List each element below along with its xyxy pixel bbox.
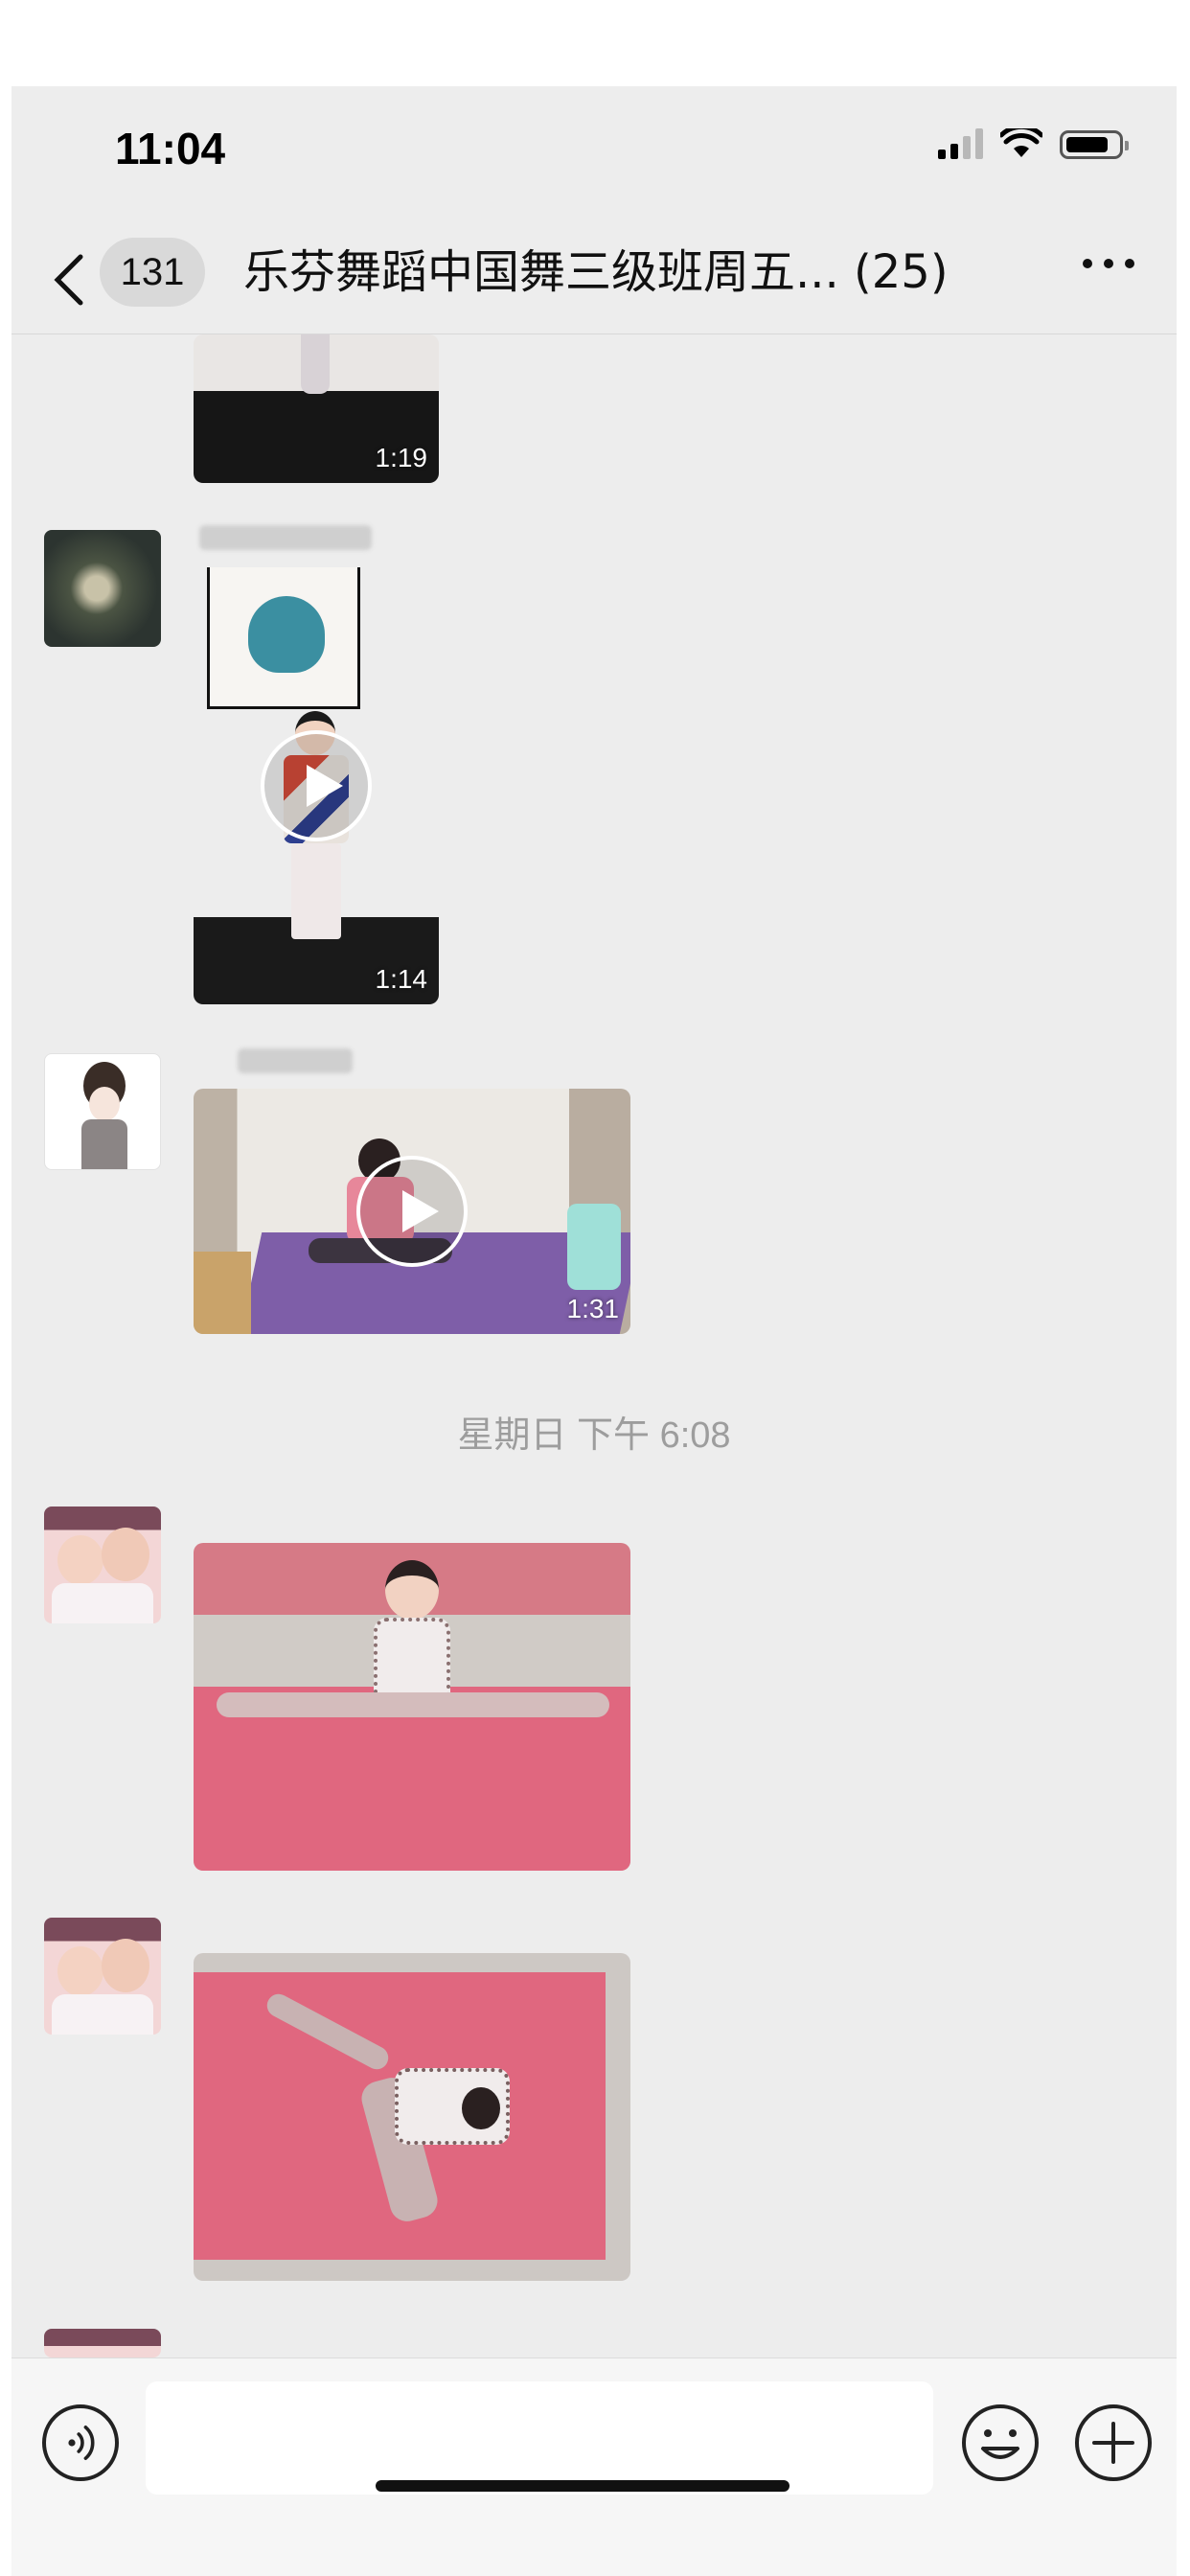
- wall-picture: [207, 567, 360, 709]
- emoji-icon[interactable]: [960, 2403, 1041, 2483]
- battery-icon: [1060, 130, 1129, 159]
- chat-header: 131 乐芬舞蹈中国舞三级班周五... (25): [11, 220, 1177, 334]
- status-time: 11:04: [115, 124, 226, 173]
- video-thumbnail[interactable]: 1:19: [194, 334, 439, 483]
- avatar[interactable]: [44, 1918, 161, 2035]
- signal-icon: [938, 128, 983, 159]
- chat-title[interactable]: 乐芬舞蹈中国舞三级班周五... (25): [243, 234, 949, 310]
- toy-chair: [567, 1204, 621, 1290]
- input-bar: [11, 2358, 1177, 2576]
- unread-count-badge[interactable]: 131: [100, 238, 205, 307]
- video-thumbnail[interactable]: 1:14: [194, 567, 439, 1004]
- video-thumbnail[interactable]: 1:31: [194, 1089, 630, 1334]
- avatar[interactable]: [44, 530, 161, 647]
- status-icons: [938, 128, 1129, 159]
- floor: [194, 1252, 251, 1334]
- home-indicator[interactable]: [376, 2480, 790, 2492]
- sender-name: [199, 525, 372, 550]
- avatar[interactable]: [44, 2329, 161, 2358]
- play-icon[interactable]: [261, 730, 372, 841]
- video-duration: 1:19: [375, 443, 428, 472]
- video-subject: [301, 334, 330, 394]
- video-duration: 1:31: [566, 1294, 620, 1323]
- image-message[interactable]: [194, 1953, 630, 2281]
- avatar[interactable]: [44, 1506, 161, 1623]
- video-duration: 1:14: [375, 964, 428, 994]
- time-divider: 星期日 下午 6:08: [457, 1415, 731, 1456]
- chevron-left-icon[interactable]: [50, 253, 88, 307]
- voice-icon[interactable]: [42, 2404, 119, 2481]
- plus-icon[interactable]: [1073, 2403, 1154, 2483]
- chat-screen: 11:04 131 乐芬舞蹈中国舞三级班周五... (25) 1:19 1:14…: [11, 86, 1177, 2576]
- wifi-icon: [1000, 128, 1042, 157]
- message-input[interactable]: [146, 2381, 933, 2495]
- child-figure: [261, 1990, 567, 2231]
- child-figure: [217, 1560, 609, 1752]
- image-message[interactable]: [194, 1543, 630, 1871]
- play-icon[interactable]: [356, 1156, 468, 1267]
- sender-name: [238, 1048, 353, 1073]
- more-icon[interactable]: [1083, 259, 1134, 268]
- avatar[interactable]: [44, 1053, 161, 1170]
